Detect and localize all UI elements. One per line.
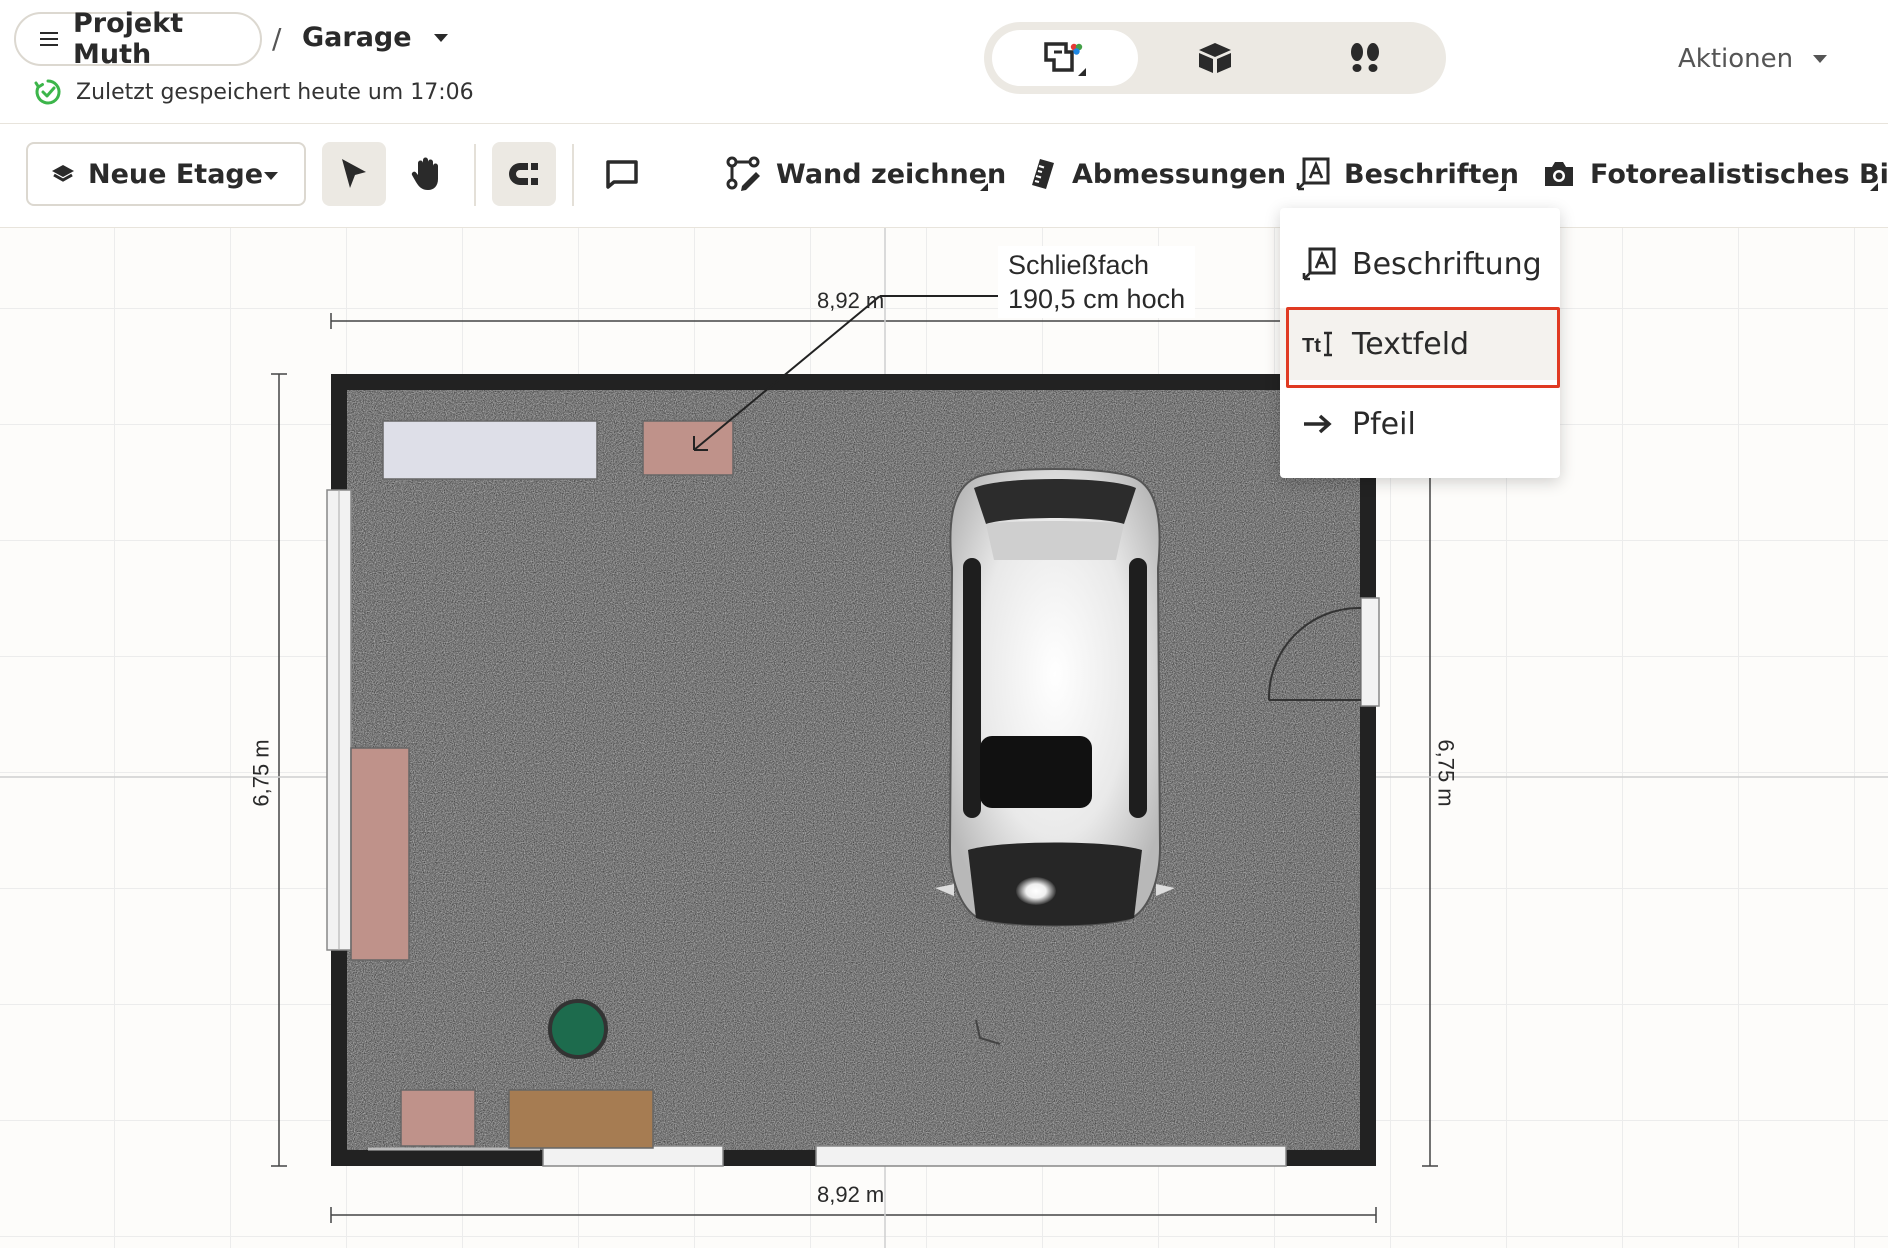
floor-dropdown[interactable]: Garage [302, 22, 448, 53]
label-icon [1296, 157, 1330, 191]
submenu-corner-icon [980, 183, 988, 191]
dimension-bottom-label: 8,92 m [817, 1182, 885, 1207]
carpet-floor [347, 390, 1360, 1150]
small-cabinet[interactable] [400, 1089, 476, 1147]
layers-icon [52, 165, 74, 182]
submenu-corner-icon [1870, 183, 1878, 191]
locker-callout[interactable]: Schließfach 190,5 cm hoch [998, 246, 1196, 318]
workbench[interactable] [382, 420, 598, 480]
project-menu-button[interactable]: Projekt Muth [14, 8, 262, 70]
room-tool-button[interactable] [590, 142, 654, 206]
arrow-icon [1304, 414, 1332, 434]
menu-item-label: Textfeld [1352, 326, 1470, 362]
side-door[interactable] [1360, 597, 1380, 707]
textfield-icon: Tt [1302, 331, 1332, 357]
menu-item-label: Beschriftung [1352, 246, 1542, 282]
menu-item-label: Pfeil [1352, 406, 1416, 442]
photo-render-button[interactable]: Fotorealistisches Bild [1542, 142, 1888, 206]
walkthrough-footprints-icon [1351, 43, 1379, 72]
ruler-icon [1032, 159, 1054, 189]
garage-door[interactable] [815, 1145, 1287, 1167]
window-bottom-left[interactable] [542, 1145, 724, 1167]
select-tool-button[interactable] [322, 142, 386, 206]
pan-tool-button[interactable] [394, 142, 458, 206]
project-name: Projekt Muth [73, 8, 184, 70]
room-outline-icon [606, 160, 638, 189]
menu-item-beschriftung[interactable]: Beschriftung [1280, 228, 1560, 300]
breadcrumb-separator: / [272, 22, 282, 55]
editor-toolbar: Neue Etage Wand zeichnen Abmessungen Bes… [0, 124, 1888, 228]
magnet-icon [509, 163, 538, 185]
chevron-down-icon [1813, 55, 1828, 63]
view-mode-switch [984, 22, 1446, 94]
saved-status-text: Zuletzt gespeichert heute um 17:06 [76, 79, 474, 105]
snap-magnet-button[interactable] [492, 142, 556, 206]
hand-icon [411, 157, 438, 190]
app-header: Projekt Muth / Garage Zuletzt gespeicher… [0, 0, 1888, 124]
toolbar-divider [474, 144, 476, 206]
toolbar-divider [572, 144, 574, 206]
dimensions-label: Abmessungen [1072, 158, 1287, 190]
labels-dropdown-menu: Beschriftung Tt Textfeld Pfeil [1280, 208, 1560, 478]
callout-line-2: 190,5 cm hoch [1008, 284, 1186, 314]
3d-box-icon [1199, 43, 1231, 73]
callout-line-1: Schließfach [1008, 250, 1150, 280]
dimension-right-label: 6,75 m [1433, 739, 1459, 807]
wooden-table[interactable] [508, 1089, 654, 1149]
camera-icon [1545, 162, 1573, 186]
submenu-corner-icon [1498, 183, 1506, 191]
labels-button[interactable]: Beschriften [1296, 142, 1519, 206]
view-walkthrough-button[interactable] [1292, 30, 1438, 86]
floor-name: Garage [302, 22, 412, 53]
view-3d-button[interactable] [1142, 30, 1288, 86]
chevron-down-icon [264, 172, 278, 180]
floorplan-drawing [0, 228, 1888, 1248]
dimension-top-label: 8,92 m [817, 288, 885, 313]
view-2d-button[interactable] [992, 30, 1138, 86]
label-icon [1302, 247, 1336, 281]
dimensions-button[interactable]: Abmessungen [1028, 142, 1286, 206]
draw-wall-icon [726, 156, 760, 191]
menu-item-textfeld[interactable]: Tt Textfeld [1280, 308, 1560, 380]
draw-wall-label: Wand zeichnen [776, 158, 1007, 190]
actions-menu-button[interactable]: Aktionen [1678, 44, 1828, 74]
2d-floorplan-icon [1044, 42, 1086, 76]
plant-pot[interactable] [548, 999, 608, 1059]
dimension-left-label: 6,75 m [248, 739, 274, 807]
labels-label: Beschriften [1344, 158, 1519, 190]
draw-wall-button[interactable]: Wand zeichnen [726, 142, 1006, 206]
saved-check-icon [34, 79, 61, 105]
menu-item-pfeil[interactable]: Pfeil [1280, 388, 1560, 460]
floorplan-canvas[interactable]: 8,92 m 8,92 m 6,75 m 6,75 m Schließfach … [0, 228, 1888, 1248]
save-status: Zuletzt gespeichert heute um 17:06 [34, 78, 474, 106]
actions-label: Aktionen [1678, 44, 1794, 74]
svg-text:Tt: Tt [1302, 335, 1321, 357]
floor-select-label: Neue Etage [88, 158, 264, 190]
floor-select[interactable]: Neue Etage [26, 142, 306, 206]
side-cabinet[interactable] [350, 747, 410, 961]
cursor-arrow-icon [342, 159, 366, 188]
chevron-down-icon [433, 33, 448, 42]
photo-label: Fotorealistisches Bild [1590, 158, 1888, 190]
hamburger-menu-icon [40, 32, 58, 46]
